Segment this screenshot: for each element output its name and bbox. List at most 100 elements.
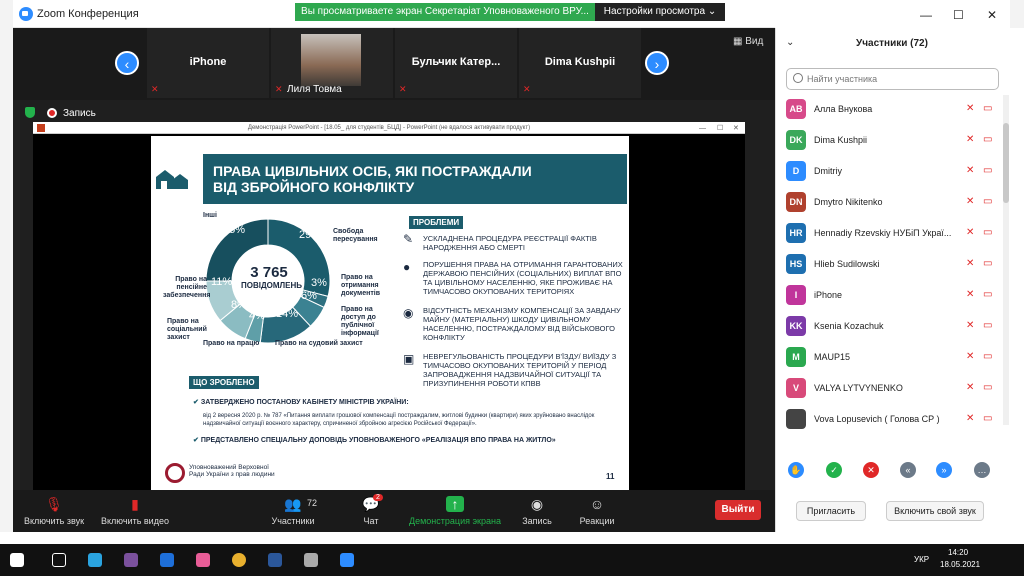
participant-row[interactable]: АВ Алла Внукова ✕ ▭ [776, 94, 1008, 124]
share-screen-button[interactable]: ↑ Демонстрация экрана [407, 496, 503, 526]
raise-hand-icon[interactable]: ✋ [788, 462, 804, 478]
minimize-button[interactable]: — [920, 8, 932, 22]
no-icon[interactable]: ✕ [863, 462, 879, 478]
video-off-icon[interactable]: ▭ [983, 103, 992, 114]
muted-mic-icon[interactable]: ✕ [966, 320, 974, 331]
participant-name: Dmitriy [814, 166, 842, 176]
go-faster-icon[interactable]: » [936, 462, 952, 478]
leave-button[interactable]: Выйти [715, 500, 761, 520]
participant-tile-iphone[interactable]: iPhone ✕ [147, 28, 269, 98]
record-button[interactable]: ◉ Запись [517, 496, 557, 526]
muted-mic-icon[interactable]: ✕ [966, 134, 974, 145]
video-off-icon[interactable]: ▭ [983, 413, 992, 424]
piggy-bank-icon: ● [403, 260, 411, 274]
pct-label: 6% [301, 290, 317, 302]
avatar: V [786, 378, 806, 398]
go-slower-icon[interactable]: « [900, 462, 916, 478]
more-icon[interactable]: … [974, 462, 990, 478]
participant-row[interactable]: M MAUP15 ✕ ▭ [776, 342, 1008, 372]
video-off-icon[interactable]: ▭ [983, 227, 992, 238]
avatar: АВ [786, 99, 806, 119]
muted-mic-icon[interactable]: ✕ [966, 382, 974, 393]
zoom-icon[interactable] [340, 553, 354, 567]
participant-row[interactable]: V VALYA LYTVYNENKO ✕ ▭ [776, 373, 1008, 403]
clock-time[interactable]: 14:20 [948, 548, 968, 557]
video-off-icon[interactable]: ▭ [983, 258, 992, 269]
participant-tile-bulchyk[interactable]: Бульчик Катер... ✕ [395, 28, 517, 98]
chrome-icon[interactable] [232, 553, 246, 567]
maximize-button[interactable]: ☐ [953, 8, 964, 22]
view-toggle[interactable]: ▦ Вид [733, 36, 763, 47]
muted-mic-icon[interactable]: ✕ [966, 413, 974, 424]
chevron-down-icon[interactable]: ⌄ [786, 37, 794, 48]
invite-button[interactable]: Пригласить [796, 501, 866, 521]
viber-icon[interactable] [124, 553, 138, 567]
participant-row[interactable]: DK Dima Kushpii ✕ ▭ [776, 125, 1008, 155]
music-icon[interactable] [196, 553, 210, 567]
video-off-icon[interactable]: ▭ [983, 196, 992, 207]
app-icon[interactable] [160, 553, 174, 567]
word-icon[interactable] [268, 553, 282, 567]
app-icon[interactable] [304, 553, 318, 567]
chat-button[interactable]: 💬 Чат 2 [359, 494, 383, 526]
muted-mic-icon[interactable]: ✕ [966, 258, 974, 269]
search-icon[interactable] [52, 553, 66, 567]
video-off-icon[interactable]: ▭ [983, 382, 992, 393]
muted-mic-icon[interactable]: ✕ [966, 289, 974, 300]
avatar: KK [786, 316, 806, 336]
video-off-icon[interactable]: ▭ [983, 320, 992, 331]
unmute-me-button[interactable]: Включить свой звук [886, 501, 984, 521]
muted-mic-icon[interactable]: ✕ [966, 103, 974, 114]
done-item-text: ЗАТВЕРДЖЕНО ПОСТАНОВУ КАБІНЕТУ МІНІСТРІВ… [200, 399, 409, 406]
participant-row[interactable]: Vova Lopusevich ( Голова СР ) ✕ ▭ [776, 404, 1008, 434]
language-indicator[interactable]: УКР [914, 555, 929, 564]
participant-tile-liliia[interactable]: ✕ Лиля Товма [271, 28, 393, 98]
ppt-close: ✕ [733, 125, 739, 132]
reactions-button[interactable]: ☺ Реакции [575, 496, 619, 526]
done-item: ✔ ЗАТВЕРДЖЕНО ПОСТАНОВУ КАБІНЕТУ МІНІСТР… [193, 398, 493, 407]
cat-label: Право на судовий захист [275, 340, 363, 347]
recording-bar: Запись [13, 104, 775, 122]
avatar: I [786, 285, 806, 305]
ombudsman-logo-icon [165, 463, 185, 483]
muted-mic-icon[interactable]: ✕ [966, 196, 974, 207]
video-off-icon[interactable]: ▭ [983, 289, 992, 300]
cat-label: Свобода пересування [333, 228, 378, 243]
participant-row[interactable]: D Dmitriy ✕ ▭ [776, 156, 1008, 186]
close-button[interactable]: ✕ [987, 8, 997, 22]
participant-tile-dima[interactable]: Dima Kushpii ✕ [519, 28, 641, 98]
participant-row[interactable]: DN Dmytro Nikitenko ✕ ▭ [776, 187, 1008, 217]
video-off-icon[interactable]: ▭ [983, 351, 992, 362]
start-icon[interactable] [10, 553, 24, 567]
share-screen-label: Демонстрация экрана [409, 516, 501, 526]
participant-search-input[interactable]: Найти участника [786, 68, 999, 90]
pct-label: 8% [231, 299, 247, 311]
participant-row[interactable]: IiPhone ✕ ▭ [776, 280, 1008, 310]
video-off-icon[interactable]: ▭ [983, 134, 992, 145]
muted-mic-icon[interactable]: ✕ [966, 227, 974, 238]
gallery-next-button[interactable]: › [645, 51, 669, 75]
record-label: Запись [522, 516, 552, 526]
yes-icon[interactable]: ✓ [826, 462, 842, 478]
powerpoint-icon [37, 124, 45, 132]
participants-scrollbar[interactable] [1003, 95, 1009, 425]
muted-mic-icon[interactable]: ✕ [966, 165, 974, 176]
unmute-button[interactable]: 🎙 Включить звук [19, 496, 89, 526]
view-settings-button[interactable]: Настройки просмотра ⌄ [595, 3, 725, 21]
pct-label: 11% [211, 276, 233, 288]
telegram-icon[interactable] [88, 553, 102, 567]
participant-row[interactable]: HS Hlieb Sudilowski ✕ ▭ [776, 249, 1008, 279]
muted-mic-icon[interactable]: ✕ [966, 351, 974, 362]
zoom-meeting-window: Zoom Конференция Вы просматриваете экран… [13, 0, 775, 532]
recording-icon [47, 108, 57, 118]
video-off-icon[interactable]: ▭ [983, 165, 992, 176]
participant-row[interactable]: HR Hennadiy Rzevskiy НУБіП Украї... ✕ ▭ [776, 218, 1008, 248]
done-subitem: від 2 вересня 2020 р. № 787 «Питання вип… [203, 413, 595, 427]
tile-name: iPhone [189, 56, 227, 68]
start-video-button[interactable]: ▮ Включить видео [97, 496, 173, 526]
avatar: DK [786, 130, 806, 150]
participant-row[interactable]: KK Ksenia Kozachuk ✕ ▭ [776, 311, 1008, 341]
slide-title-line1: ПРАВА ЦИВІЛЬНИХ ОСІБ, ЯКІ ПОСТРАЖДАЛИ [213, 163, 532, 179]
gallery-prev-button[interactable]: ‹ [115, 51, 139, 75]
clock-date[interactable]: 18.05.2021 [940, 560, 980, 569]
